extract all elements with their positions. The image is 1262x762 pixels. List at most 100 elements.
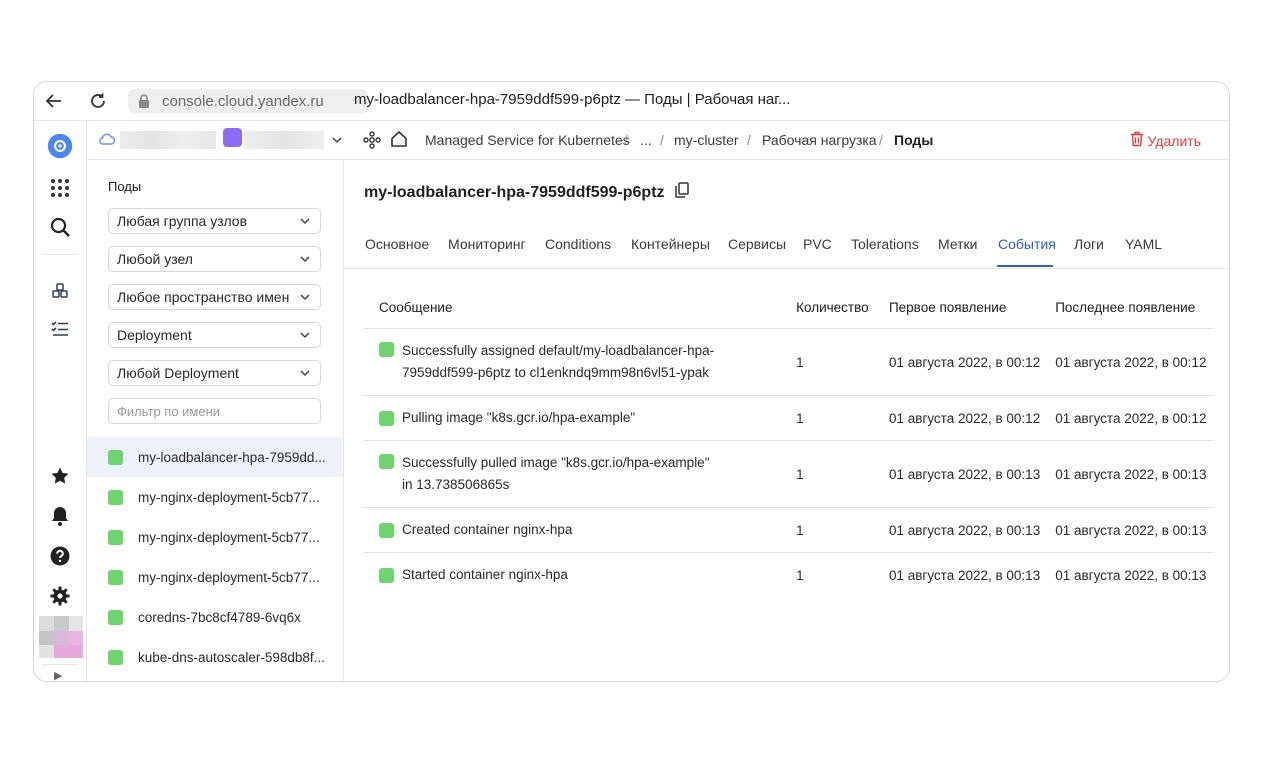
deployment-select[interactable]: Любой Deployment bbox=[108, 360, 321, 386]
table-row: Successfully pulled image "k8s.gcr.io/hp… bbox=[364, 440, 1213, 508]
column-header-message: Сообщение bbox=[364, 286, 782, 329]
pod-list-item[interactable]: my-nginx-deployment-5cb77... bbox=[87, 477, 343, 517]
pod-list-item[interactable]: my-nginx-deployment-5cb77... bbox=[87, 517, 343, 557]
workload-type-select[interactable]: Deployment bbox=[108, 322, 321, 348]
tab-monitoring[interactable]: Мониторинг bbox=[448, 236, 526, 252]
tab-containers[interactable]: Контейнеры bbox=[631, 236, 710, 252]
status-ok-indicator bbox=[108, 569, 123, 585]
chevron-down-icon bbox=[300, 294, 310, 301]
select-value: Deployment bbox=[117, 327, 192, 343]
breadcrumb-cluster[interactable]: my-cluster bbox=[674, 132, 739, 148]
status-ok-indicator bbox=[379, 410, 394, 426]
node-group-select[interactable]: Любая группа узлов bbox=[108, 208, 321, 234]
event-first-seen: 01 августа 2022, в 00:13 bbox=[873, 507, 1041, 553]
top-header: Managed Service for Kubernetes / ... / m… bbox=[87, 121, 1229, 160]
namespace-select[interactable]: Любое пространство имен bbox=[108, 284, 321, 310]
pod-list-item[interactable]: kube-dns-autoscaler-598db8f... bbox=[87, 637, 343, 677]
chevron-down-icon bbox=[300, 370, 310, 377]
chevron-down-icon bbox=[300, 256, 310, 263]
kubernetes-cubes-icon[interactable] bbox=[47, 278, 73, 304]
checklist-icon[interactable] bbox=[47, 316, 73, 342]
tab-logs[interactable]: Логи bbox=[1074, 236, 1104, 252]
event-last-seen: 01 августа 2022, в 00:12 bbox=[1040, 395, 1213, 441]
gear-icon[interactable] bbox=[47, 583, 73, 609]
event-message: Started container nginx-hpa bbox=[402, 567, 568, 583]
column-header-first-seen: Первое появление bbox=[873, 286, 1041, 329]
help-icon[interactable] bbox=[47, 543, 73, 569]
event-last-seen: 01 августа 2022, в 00:13 bbox=[1040, 440, 1213, 508]
lock-icon bbox=[136, 93, 152, 109]
avatar[interactable] bbox=[39, 616, 83, 658]
status-ok-indicator bbox=[108, 529, 123, 545]
event-count: 1 bbox=[781, 440, 874, 508]
trash-icon bbox=[1130, 131, 1144, 150]
cloud-logo-icon[interactable] bbox=[47, 133, 73, 159]
table-row: Created container nginx-hpa 1 01 августа… bbox=[364, 507, 1213, 553]
reload-icon[interactable] bbox=[87, 90, 109, 112]
node-select[interactable]: Любой узел bbox=[108, 246, 321, 272]
page-title: my-loadbalancer-hpa-7959ddf599-p6ptz — П… bbox=[354, 91, 791, 108]
folder-name-blurred[interactable] bbox=[244, 131, 324, 149]
breadcrumb-pods: Поды bbox=[894, 132, 934, 148]
breadcrumb-separator: / bbox=[660, 132, 664, 148]
event-count: 1 bbox=[781, 395, 874, 441]
name-filter-input[interactable] bbox=[108, 398, 321, 424]
tab-events[interactable]: События bbox=[998, 236, 1056, 252]
event-count: 1 bbox=[781, 507, 874, 553]
status-ok-indicator bbox=[108, 449, 123, 465]
pod-name: my-nginx-deployment-5cb77... bbox=[138, 529, 320, 545]
tab-yaml[interactable]: YAML bbox=[1125, 236, 1162, 252]
cloud-icon bbox=[99, 132, 116, 151]
table-row: Successfully assigned default/my-loadbal… bbox=[364, 328, 1213, 396]
pod-list-item[interactable]: my-loadbalancer-hpa-7959dd... bbox=[87, 437, 343, 477]
event-message: Successfully pulled image "k8s.gcr.io/hp… bbox=[402, 455, 710, 492]
expand-rail-icon[interactable]: ▶ bbox=[54, 669, 62, 681]
cloud-name-blurred[interactable] bbox=[120, 131, 216, 149]
tab-labels[interactable]: Метки bbox=[938, 236, 978, 252]
select-value: Любой узел bbox=[117, 251, 193, 267]
breadcrumb-ellipsis[interactable]: ... bbox=[640, 132, 652, 148]
tab-services[interactable]: Сервисы bbox=[728, 236, 786, 252]
table-row: Started container nginx-hpa 1 01 августа… bbox=[364, 553, 1213, 598]
browser-toolbar: console.cloud.yandex.ru my-loadbalancer-… bbox=[34, 82, 1229, 121]
copy-icon[interactable] bbox=[674, 182, 689, 203]
active-tab-indicator bbox=[997, 265, 1053, 267]
back-arrow-icon[interactable] bbox=[43, 90, 65, 112]
apps-grid-icon[interactable] bbox=[47, 175, 73, 201]
tab-tolerations[interactable]: Tolerations bbox=[851, 236, 919, 252]
breadcrumb-workload[interactable]: Рабочая нагрузка bbox=[762, 132, 877, 148]
status-ok-indicator bbox=[108, 489, 123, 505]
breadcrumb-separator: / bbox=[747, 132, 751, 148]
pod-list-item[interactable]: my-nginx-deployment-5cb77... bbox=[87, 557, 343, 597]
breadcrumb-service[interactable]: Managed Service for Kubernetes bbox=[425, 132, 630, 148]
chevron-down-icon[interactable] bbox=[331, 133, 343, 151]
status-ok-indicator bbox=[379, 342, 394, 357]
pod-title: my-loadbalancer-hpa-7959ddf599-p6ptz bbox=[364, 182, 689, 203]
tab-pvc[interactable]: PVC bbox=[803, 236, 832, 252]
pod-details: my-loadbalancer-hpa-7959ddf599-p6ptz Осн… bbox=[344, 160, 1229, 681]
bell-icon[interactable] bbox=[47, 503, 73, 529]
status-ok-indicator bbox=[379, 522, 394, 538]
pod-name: kube-dns-autoscaler-598db8f... bbox=[138, 649, 325, 665]
select-value: Любая группа узлов bbox=[117, 213, 248, 229]
tab-overview[interactable]: Основное bbox=[365, 236, 429, 252]
address-bar[interactable]: console.cloud.yandex.ru bbox=[128, 89, 368, 113]
event-first-seen: 01 августа 2022, в 00:13 bbox=[873, 440, 1041, 508]
url-text: console.cloud.yandex.ru bbox=[162, 92, 324, 110]
service-nodes-icon[interactable] bbox=[363, 131, 381, 154]
home-icon[interactable] bbox=[390, 130, 408, 153]
pod-title-text: my-loadbalancer-hpa-7959ddf599-p6ptz bbox=[364, 183, 665, 201]
event-message: Successfully assigned default/my-loadbal… bbox=[402, 343, 715, 380]
star-icon[interactable] bbox=[47, 463, 73, 489]
select-value: Любой Deployment bbox=[117, 365, 239, 381]
pod-list-item[interactable]: coredns-7bc8cf4789-6vq6x bbox=[87, 597, 343, 637]
column-header-last-seen: Последнее появление bbox=[1040, 286, 1213, 329]
delete-button[interactable]: Удалить bbox=[1130, 131, 1201, 150]
browser-window: console.cloud.yandex.ru my-loadbalancer-… bbox=[33, 81, 1230, 682]
search-icon[interactable] bbox=[47, 214, 73, 240]
tab-conditions[interactable]: Conditions bbox=[545, 236, 611, 252]
event-count: 1 bbox=[781, 328, 874, 396]
event-last-seen: 01 августа 2022, в 00:13 bbox=[1055, 567, 1207, 583]
delete-label: Удалить bbox=[1147, 132, 1201, 149]
event-first-seen: 01 августа 2022, в 00:13 bbox=[888, 567, 1041, 583]
